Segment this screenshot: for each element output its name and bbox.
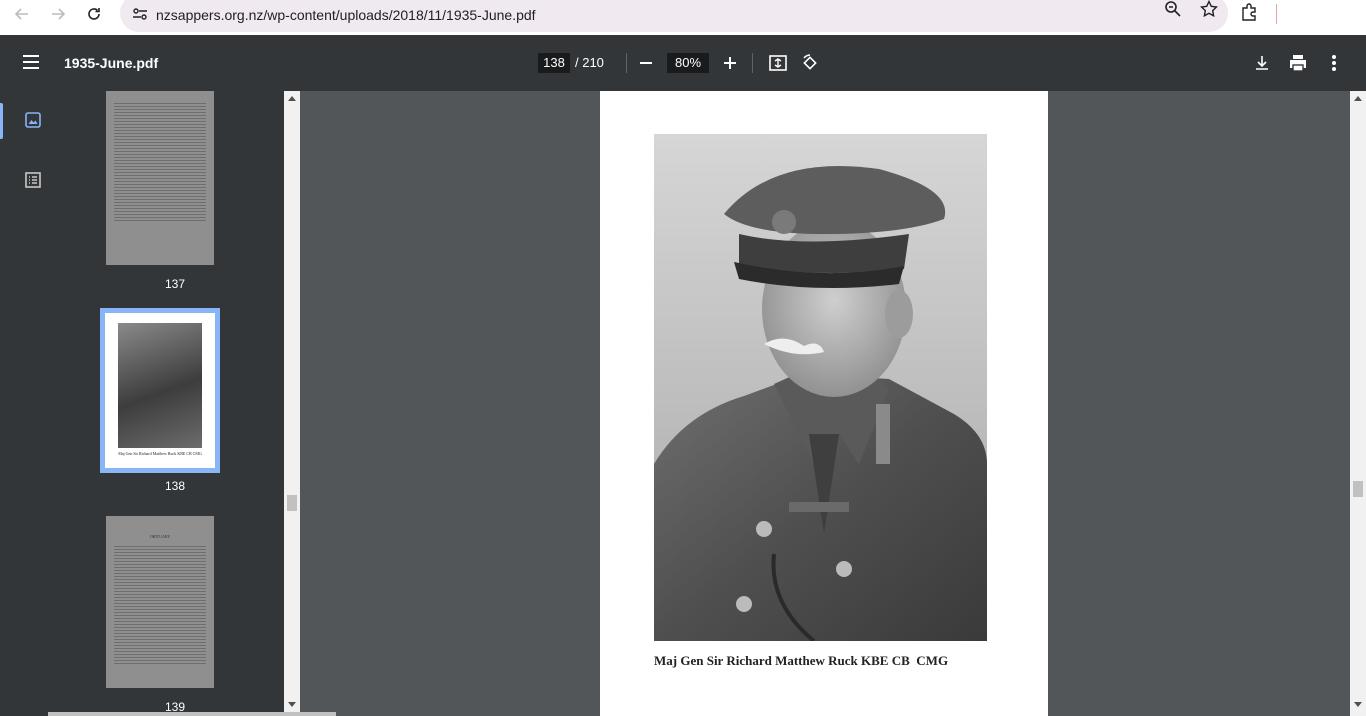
print-button[interactable] bbox=[1286, 51, 1310, 75]
menu-icon[interactable] bbox=[20, 51, 42, 78]
toolbar-divider bbox=[1276, 4, 1277, 24]
download-button[interactable] bbox=[1250, 51, 1274, 75]
print-icon bbox=[1290, 55, 1306, 72]
arrow-right-icon bbox=[52, 8, 66, 20]
zoom-in-button[interactable] bbox=[718, 51, 742, 75]
browser-toolbar: nzsappers.org.nz/wp-content/uploads/2018… bbox=[0, 0, 1366, 35]
zoom-input[interactable]: 80% bbox=[667, 53, 709, 73]
fit-to-page-icon bbox=[769, 55, 787, 71]
thumbnail-caption: Maj Gen Sir Richard Matthew Ruck KBE CB … bbox=[118, 451, 202, 456]
profile-avatar[interactable] bbox=[1295, 1, 1325, 27]
thumbnail-label: 138 bbox=[164, 479, 186, 493]
minus-icon bbox=[640, 62, 652, 64]
thumbnails-view-icon[interactable] bbox=[24, 111, 44, 131]
photo-caption: Maj Gen Sir Richard Matthew Ruck KBE CB … bbox=[654, 653, 949, 668]
more-vert-icon bbox=[1332, 55, 1336, 71]
thumbnail-photo bbox=[118, 323, 202, 448]
document-title: 1935-June.pdf bbox=[64, 55, 159, 71]
horizontal-scrollbar[interactable] bbox=[48, 712, 336, 716]
thumbnail-label: 137 bbox=[164, 277, 186, 291]
arrow-left-icon bbox=[14, 8, 28, 20]
pdf-page: Maj Gen Sir Richard Matthew Ruck KBE CB … bbox=[600, 91, 1048, 716]
forward-button[interactable] bbox=[44, 0, 72, 28]
thumbnail-heading: OBITUARY bbox=[149, 534, 171, 539]
outline-view-icon[interactable] bbox=[24, 171, 44, 191]
rotate-icon bbox=[803, 54, 817, 70]
thumbnail-page[interactable] bbox=[106, 91, 214, 265]
zoom-out-button[interactable] bbox=[634, 51, 658, 75]
site-info-icon[interactable] bbox=[132, 7, 148, 26]
reload-button[interactable] bbox=[80, 0, 108, 28]
bookmark-star-icon[interactable] bbox=[1199, 0, 1219, 23]
zoom-icon[interactable] bbox=[1164, 0, 1182, 23]
scroll-up-icon[interactable] bbox=[288, 96, 296, 101]
back-button[interactable] bbox=[8, 0, 36, 28]
toolbar-divider bbox=[752, 53, 753, 73]
download-icon bbox=[1256, 56, 1268, 70]
page-total: / 210 bbox=[575, 55, 604, 70]
thumbnail-scrollbar[interactable] bbox=[284, 91, 300, 716]
thumbnail-page-selected[interactable]: Maj Gen Sir Richard Matthew Ruck KBE CB … bbox=[100, 308, 220, 473]
page-number-input[interactable]: 138 bbox=[538, 53, 570, 73]
thumbnail-page[interactable]: OBITUARY bbox=[106, 516, 214, 688]
toolbar-divider bbox=[626, 53, 627, 73]
plus-icon bbox=[724, 57, 736, 69]
address-bar[interactable]: nzsappers.org.nz/wp-content/uploads/2018… bbox=[120, 0, 1228, 32]
fit-page-button[interactable] bbox=[766, 51, 790, 75]
viewer-scrollbar[interactable] bbox=[1350, 91, 1366, 716]
extensions-icon[interactable] bbox=[1240, 2, 1258, 26]
scroll-down-icon[interactable] bbox=[288, 702, 296, 707]
rotate-button[interactable] bbox=[798, 51, 822, 75]
more-options-button[interactable] bbox=[1322, 51, 1346, 75]
reload-icon bbox=[88, 8, 100, 20]
scrollbar-thumb[interactable] bbox=[287, 495, 297, 511]
thumbnail-panel: 137 Maj Gen Sir Richard Matthew Ruck KBE… bbox=[66, 91, 284, 716]
scrollbar-thumb[interactable] bbox=[1353, 481, 1363, 497]
active-indicator bbox=[0, 103, 3, 139]
portrait-photo bbox=[654, 134, 987, 641]
url-text[interactable]: nzsappers.org.nz/wp-content/uploads/2018… bbox=[156, 7, 536, 23]
scroll-up-icon[interactable] bbox=[1354, 96, 1362, 101]
pdf-viewer: Maj Gen Sir Richard Matthew Ruck KBE CB … bbox=[300, 91, 1350, 716]
pdf-toolbar: 1935-June.pdf 138 / 210 80% bbox=[0, 35, 1366, 91]
sidebar-rail bbox=[0, 91, 66, 716]
scroll-down-icon[interactable] bbox=[1354, 702, 1362, 707]
